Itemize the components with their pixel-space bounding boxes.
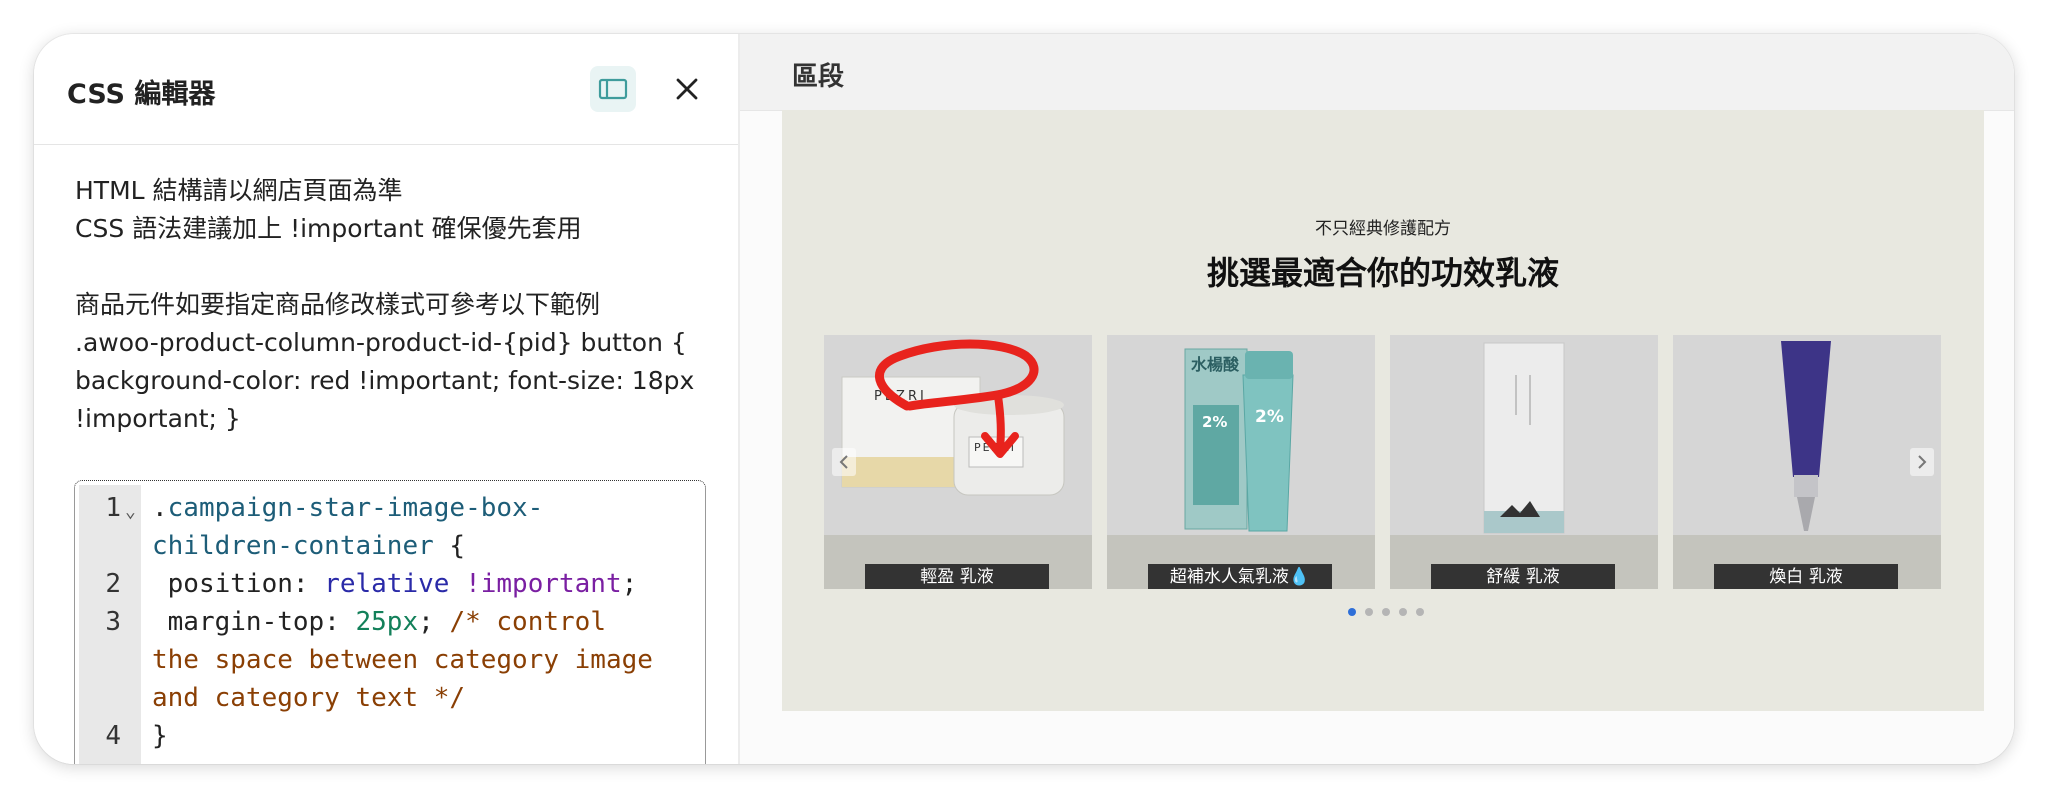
help-line: .awoo-product-column-product-id-{pid} bu… (75, 328, 687, 357)
section-header: 區段 (740, 34, 2014, 111)
percent-text: 2% (1255, 407, 1284, 427)
code-token: and category text */ (152, 683, 466, 713)
code-token: margin-top: (152, 607, 356, 637)
code-token: ; (621, 569, 638, 599)
code-token: relative (324, 569, 450, 599)
line-number: 3 (105, 607, 121, 637)
close-button[interactable] (670, 72, 704, 106)
preview-title: 挑選最適合你的功效乳液 (1206, 254, 1559, 292)
code-token: 25px (355, 607, 419, 637)
code-token: the space between category image (152, 645, 653, 675)
carousel-dot[interactable] (1416, 608, 1424, 616)
line-number: 2 (105, 569, 121, 599)
cream-jar-image (824, 335, 1092, 535)
code-token: ; (418, 607, 450, 637)
carousel-dot[interactable] (1365, 608, 1373, 616)
product-image: 水楊酸 2% 2% (1107, 335, 1375, 535)
product-image: PEZRI PEZRI (824, 335, 1092, 535)
section-title: 區段 (792, 62, 845, 92)
code-token: } (152, 721, 168, 751)
chevron-left-icon (839, 455, 848, 469)
help-line: !important; } (75, 404, 241, 433)
preview-subtitle: 不只經典修護配方 (1315, 219, 1451, 239)
product-image (1390, 335, 1658, 535)
prev-arrow-button[interactable] (832, 448, 856, 476)
css-code-editor[interactable]: 1 ⌄ .campaign-star-image-box- children-c… (74, 480, 706, 764)
code-token: { (433, 531, 466, 561)
product-name-text: 水楊酸 (1191, 355, 1240, 374)
code-token: !important (465, 569, 622, 599)
product-card[interactable]: 煥白 乳液 (1673, 335, 1941, 589)
chevron-right-icon (1918, 455, 1927, 469)
product-card[interactable]: PEZRI PEZRI 輕盈 乳液 (824, 335, 1092, 589)
serum-tube-image (1673, 335, 1941, 535)
carousel-dot[interactable] (1399, 608, 1407, 616)
help-text: HTML 結構請以網店頁面為準 CSS 語法建議加上 !important 確保… (75, 172, 705, 438)
fold-chevron-icon[interactable]: ⌄ (125, 501, 136, 522)
product-label[interactable]: 輕盈 乳液 (865, 564, 1049, 589)
lotion-box-image (1390, 335, 1658, 535)
app-window: CSS 編輯器 HTML 結構請以網店頁面為準 CSS 語法建議加上 !impo… (34, 34, 2014, 764)
percent-text: 2% (1202, 413, 1228, 431)
brand-text: PEZRI (974, 441, 1017, 454)
help-line: CSS 語法建議加上 !important 確保優先套用 (75, 214, 582, 243)
help-line: background-color: red !important; font-s… (75, 366, 695, 395)
carousel-dot[interactable] (1348, 608, 1356, 616)
campaign-preview: 不只經典修護配方 挑選最適合你的功效乳液 PEZRI PEZRI 輕盈 乳液 水… (782, 110, 1984, 711)
lotion-tube-image (1107, 335, 1375, 535)
code-token: campaign-star-image-box- (167, 493, 544, 523)
carousel-dots (1348, 608, 1428, 618)
panel-title: CSS 編輯器 (67, 79, 216, 110)
product-label[interactable]: 舒緩 乳液 (1431, 564, 1615, 589)
product-label[interactable]: 超補水人氣乳液💧 (1148, 564, 1332, 589)
line-number: 4 (105, 721, 121, 751)
sidebar-layout-icon (598, 78, 628, 100)
product-image (1673, 335, 1941, 535)
code-token: . (152, 493, 168, 523)
product-card[interactable]: 舒緩 乳液 (1390, 335, 1658, 589)
sidebar-layout-button[interactable] (590, 66, 636, 112)
line-number: 1 (105, 493, 121, 523)
help-line: HTML 結構請以網店頁面為準 (75, 176, 403, 205)
next-arrow-button[interactable] (1910, 448, 1934, 476)
css-editor-panel: CSS 編輯器 HTML 結構請以網店頁面為準 CSS 語法建議加上 !impo… (34, 34, 740, 764)
code-token: position: (152, 569, 325, 599)
carousel-dot[interactable] (1382, 608, 1390, 616)
close-icon (676, 78, 698, 100)
code-token: children-container (152, 531, 434, 561)
product-card[interactable]: 水楊酸 2% 2% 超補水人氣乳液💧 (1107, 335, 1375, 589)
section-preview-panel: 區段 不只經典修護配方 挑選最適合你的功效乳液 PEZRI PEZRI 輕盈 乳… (740, 34, 2014, 764)
help-line: 商品元件如要指定商品修改樣式可參考以下範例 (75, 290, 601, 319)
code-token: /* control (449, 607, 606, 637)
panel-header: CSS 編輯器 (34, 34, 738, 145)
brand-text: PEZRI (874, 389, 927, 404)
product-label[interactable]: 煥白 乳液 (1714, 564, 1898, 589)
